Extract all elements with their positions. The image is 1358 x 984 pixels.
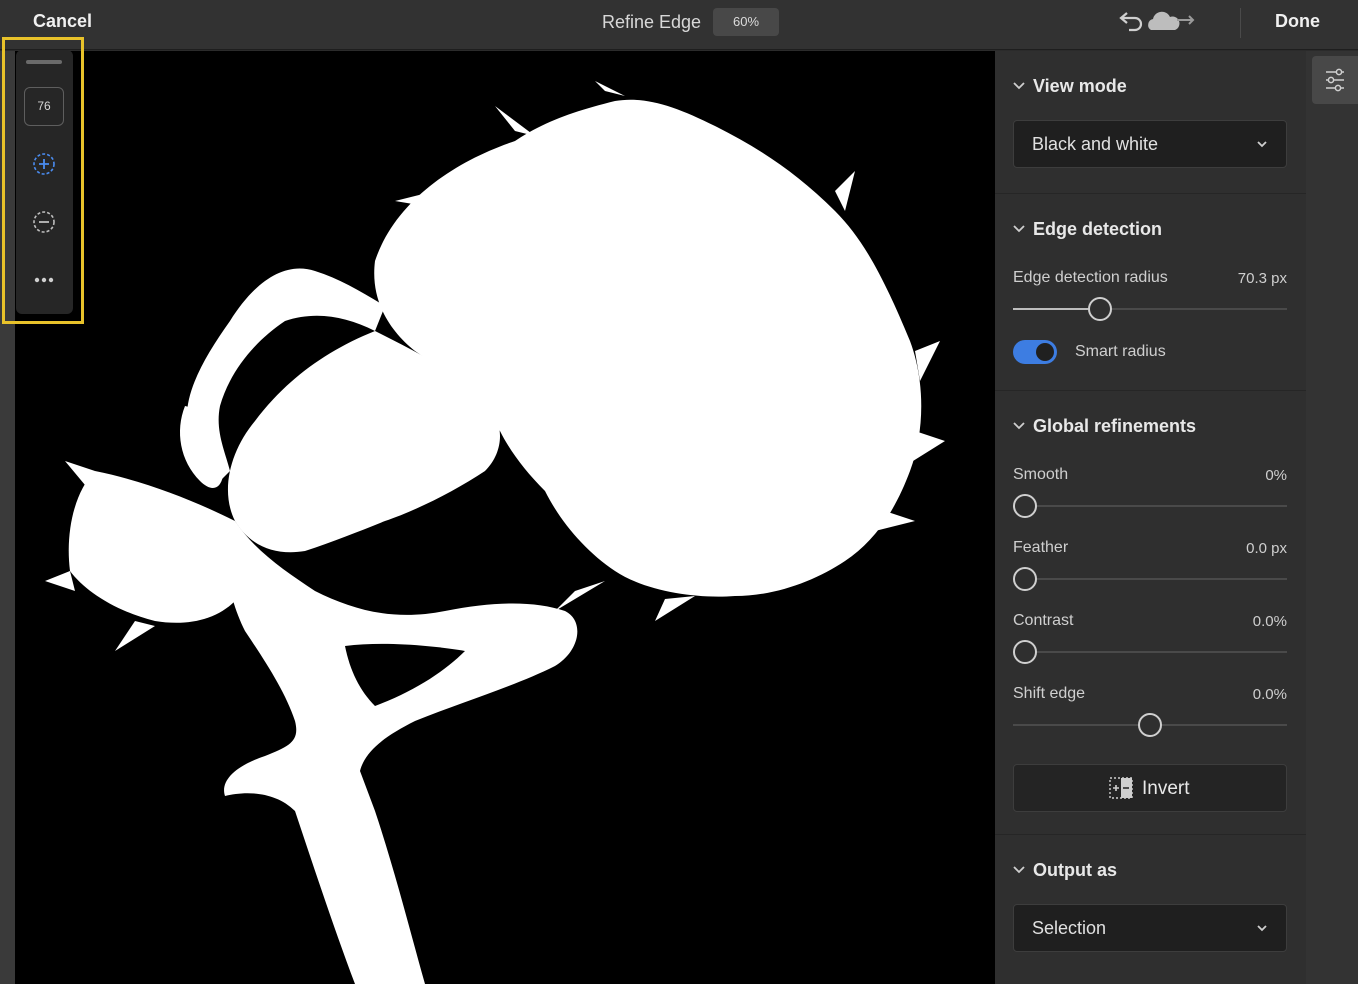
shift-edge-value: 0.0% [1252,686,1287,703]
feather-value: 0.0 px [1246,540,1287,557]
chevron-down-icon [1013,422,1025,430]
shift-edge-slider[interactable] [1013,713,1287,737]
slider-thumb[interactable] [1138,713,1162,737]
slider-thumb[interactable] [1013,640,1037,664]
view-mode-dropdown[interactable]: Black and white [1013,120,1287,168]
smooth-label: Smooth [1013,466,1069,483]
output-header[interactable]: Output as [1013,860,1117,881]
cloud-sync-icon[interactable] [1143,8,1199,36]
invert-button[interactable]: Invert [1013,764,1287,812]
cancel-button[interactable]: Cancel [33,11,92,32]
chevron-down-icon [1257,141,1267,148]
done-button[interactable]: Done [1275,11,1320,32]
view-mode-heading: View mode [1033,76,1127,96]
view-mode-section: View mode Black and white [995,51,1306,194]
invert-icon [1109,777,1133,799]
contrast-slider[interactable] [1013,640,1287,664]
top-bar: Cancel Refine Edge 60% Done [0,0,1358,50]
silhouette-mask-image [45,81,945,984]
toggle-knob [1036,343,1054,361]
toolbar-divider [1240,8,1241,38]
shift-edge-label: Shift edge [1013,685,1086,702]
output-heading: Output as [1033,860,1117,880]
edge-radius-slider[interactable] [1013,297,1287,321]
output-dropdown[interactable]: Selection [1013,904,1287,952]
slider-fill [1013,308,1100,310]
chevron-down-icon [1013,866,1025,874]
sliders-icon [1326,68,1344,92]
panel-side-strip [1306,51,1358,984]
edge-detection-section: Edge detection Edge detection radius 70.… [995,194,1306,391]
slider-thumb[interactable] [1013,494,1037,518]
feather-label: Feather [1013,539,1069,556]
smooth-slider[interactable] [1013,494,1287,518]
smooth-value: 0% [1265,467,1287,484]
contrast-value: 0.0% [1252,613,1287,630]
image-canvas[interactable] [15,51,995,984]
edge-radius-label: Edge detection radius [1013,269,1168,286]
smart-radius-label: Smart radius [1075,343,1166,360]
zoom-level-button[interactable]: 60% [713,8,779,36]
invert-label: Invert [1142,778,1190,799]
smart-radius-toggle[interactable] [1013,340,1057,364]
global-refinements-section: Global refinements Smooth 0% Feather 0.0… [995,391,1306,835]
edge-radius-value: 70.3 px [1237,270,1287,287]
contrast-label: Contrast [1013,612,1074,629]
refine-edge-panel: View mode Black and white Edge detection… [995,51,1306,984]
output-section: Output as Selection [995,835,1306,984]
output-value: Selection [1032,918,1107,938]
chevron-down-icon [1257,925,1267,932]
view-mode-header[interactable]: View mode [1013,76,1127,97]
undo-icon[interactable] [1116,9,1146,35]
slider-thumb[interactable] [1088,297,1112,321]
chevron-down-icon [1013,225,1025,233]
edge-detection-heading: Edge detection [1033,219,1163,239]
edge-detection-header[interactable]: Edge detection [1013,219,1162,240]
chevron-down-icon [1013,82,1025,90]
slider-thumb[interactable] [1013,567,1037,591]
global-refinements-heading: Global refinements [1033,416,1197,436]
global-refinements-header[interactable]: Global refinements [1013,416,1196,437]
view-mode-value: Black and white [1032,134,1159,154]
feather-slider[interactable] [1013,567,1287,591]
panel-settings-button[interactable] [1312,56,1358,104]
page-title: Refine Edge [602,12,702,32]
toolbar-highlight-box [2,37,84,324]
